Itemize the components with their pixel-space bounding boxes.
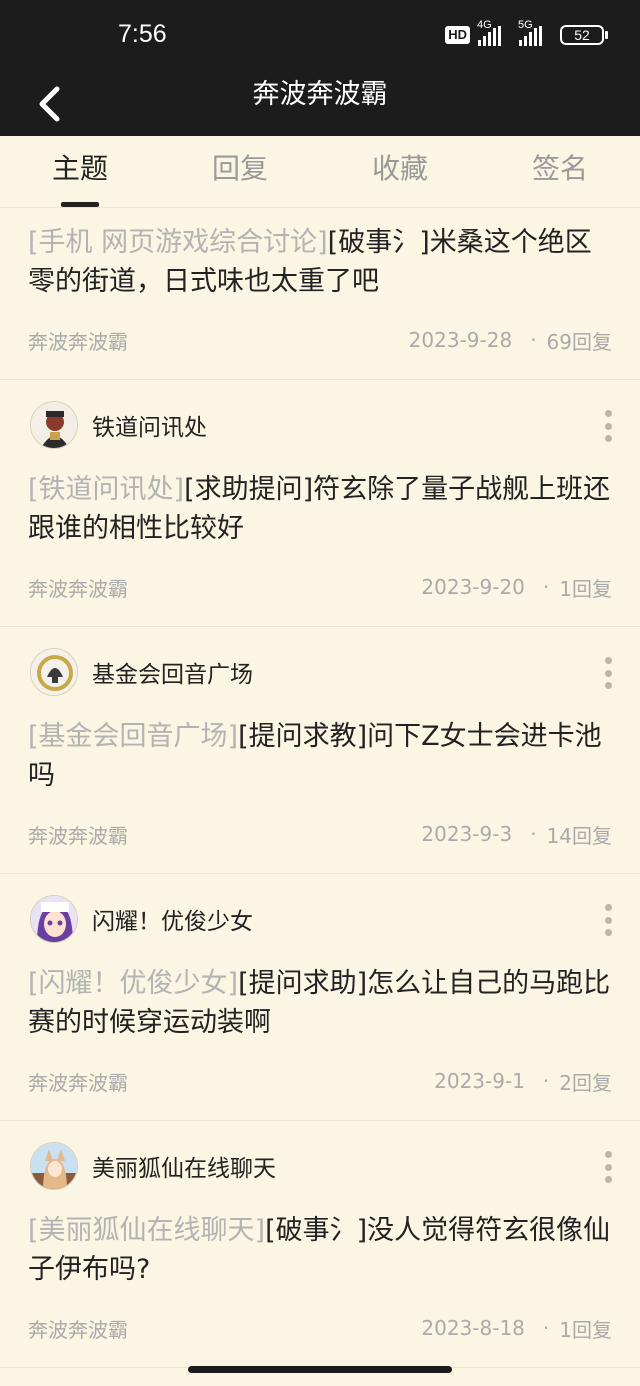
post-date: 2023-9-28 xyxy=(408,328,513,352)
post-item[interactable]: 美丽狐仙在线聊天 [美丽狐仙在线聊天][破事氵]没人觉得符玄很像仙子伊布吗? 奔… xyxy=(0,1121,640,1368)
post-meta: 奔波奔波霸 2023-9-3 · 14回复 xyxy=(28,795,612,873)
net-4g-label: 4G xyxy=(477,19,492,31)
meta-separator: · xyxy=(530,328,537,352)
post-date: 2023-9-3 xyxy=(421,822,513,846)
forum-name[interactable]: 闪耀！优俊少女 xyxy=(92,902,253,936)
post-meta: 奔波奔波霸 2023-9-1 · 2回复 xyxy=(28,1042,612,1120)
meta-separator: · xyxy=(542,575,550,599)
post-title[interactable]: [手机 网页游戏综合讨论][破事氵]米桑这个绝区零的街道，日式味也太重了吧 xyxy=(28,209,612,301)
tab-replies[interactable]: 回复 xyxy=(160,136,320,207)
battery-icon: 52 xyxy=(560,25,608,45)
more-vertical-icon xyxy=(604,1151,612,1158)
post-author: 奔波奔波霸 xyxy=(28,1317,128,1342)
status-icons: HD 4G 5G 52 xyxy=(445,19,608,46)
post-item[interactable]: 闪耀！优俊少女 [闪耀！优俊少女][提问求助]怎么让自己的马跑比赛的时候穿运动装… xyxy=(0,874,640,1121)
post-reply-count: 1回复 xyxy=(559,576,612,601)
forum-name[interactable]: 美丽狐仙在线聊天 xyxy=(92,1149,276,1183)
meta-separator: · xyxy=(542,1316,550,1340)
post-reply-count: 69回复 xyxy=(546,329,612,354)
post-meta: 奔波奔波霸 2023-8-18 · 1回复 xyxy=(28,1289,612,1367)
post-reply-count: 14回复 xyxy=(546,823,612,848)
post-forum-header[interactable]: 闪耀！优俊少女 xyxy=(28,874,612,964)
meta-separator: · xyxy=(530,822,537,846)
post-forum-tag: [基金会回音广场] xyxy=(28,721,239,752)
post-date: 2023-9-20 xyxy=(421,575,525,599)
post-forum-tag: [美丽狐仙在线聊天] xyxy=(28,1215,266,1246)
post-author: 奔波奔波霸 xyxy=(28,576,128,601)
status-bar: 7:56 HD 4G 5G 52 xyxy=(0,0,640,72)
net-5g-label: 5G xyxy=(518,19,533,31)
post-title[interactable]: [闪耀！优俊少女][提问求助]怎么让自己的马跑比赛的时候穿运动装啊 xyxy=(28,964,612,1042)
forum-name[interactable]: 铁道问讯处 xyxy=(92,408,207,442)
tab-favorites[interactable]: 收藏 xyxy=(320,136,480,207)
post-title[interactable]: [基金会回音广场][提问求教]问下Z女士会进卡池吗 xyxy=(28,717,612,795)
post-title[interactable]: [铁道问讯处][求助提问]符玄除了量子战舰上班还跟谁的相性比较好 xyxy=(28,470,612,548)
fox-character-avatar-icon xyxy=(31,1143,77,1189)
title-bar: 奔波奔波霸 xyxy=(0,72,640,136)
forum-avatar[interactable] xyxy=(30,1142,78,1190)
more-button[interactable] xyxy=(596,1147,620,1187)
more-vertical-icon xyxy=(604,904,612,911)
post-title[interactable]: [美丽狐仙在线聊天][破事氵]没人觉得符玄很像仙子伊布吗? xyxy=(28,1211,612,1289)
railway-mascot-icon xyxy=(31,402,77,448)
more-button[interactable] xyxy=(596,653,620,693)
post-author: 奔波奔波霸 xyxy=(28,823,128,848)
hd-icon: HD xyxy=(445,26,470,44)
status-time: 7:56 xyxy=(118,20,167,48)
forum-avatar[interactable] xyxy=(30,401,78,449)
post-item[interactable]: 基金会回音广场 [基金会回音广场][提问求教]问下Z女士会进卡池吗 奔波奔波霸 … xyxy=(0,627,640,874)
tab-signature[interactable]: 签名 xyxy=(480,136,640,207)
tab-bar: 主题 回复 收藏 签名 xyxy=(0,136,640,208)
post-item[interactable]: 铁道问讯处 [铁道问讯处][求助提问]符玄除了量子战舰上班还跟谁的相性比较好 奔… xyxy=(0,380,640,627)
foundation-emblem-icon xyxy=(31,649,77,695)
home-indicator[interactable] xyxy=(188,1366,452,1373)
post-item[interactable]: [手机 网页游戏综合讨论][破事氵]米桑这个绝区零的街道，日式味也太重了吧 奔波… xyxy=(0,209,640,380)
post-forum-tag: [铁道问讯处] xyxy=(28,474,185,505)
forum-avatar[interactable] xyxy=(30,895,78,943)
post-list: [手机 网页游戏综合讨论][破事氵]米桑这个绝区零的街道，日式味也太重了吧 奔波… xyxy=(0,209,640,1368)
post-forum-tag: [闪耀！优俊少女] xyxy=(28,968,239,999)
post-forum-tag: [手机 网页游戏综合讨论] xyxy=(28,227,328,258)
post-reply-count: 1回复 xyxy=(559,1317,612,1342)
post-meta: 奔波奔波霸 2023-9-28 · 69回复 xyxy=(28,301,612,379)
post-date: 2023-8-18 xyxy=(421,1316,525,1340)
more-vertical-icon xyxy=(604,410,612,417)
page-title: 奔波奔波霸 xyxy=(252,79,388,110)
forum-name[interactable]: 基金会回音广场 xyxy=(92,655,253,689)
signal-5g-icon: 5G xyxy=(518,19,542,46)
more-button[interactable] xyxy=(596,900,620,940)
signal-4g-icon: 4G xyxy=(477,19,501,46)
post-forum-header[interactable]: 基金会回音广场 xyxy=(28,627,612,717)
more-button[interactable] xyxy=(596,406,620,446)
meta-separator: · xyxy=(542,1069,550,1093)
post-forum-header[interactable]: 美丽狐仙在线聊天 xyxy=(28,1121,612,1211)
post-author: 奔波奔波霸 xyxy=(28,1070,128,1095)
post-author: 奔波奔波霸 xyxy=(28,329,128,354)
post-meta: 奔波奔波霸 2023-9-20 · 1回复 xyxy=(28,548,612,626)
post-forum-header[interactable]: 铁道问讯处 xyxy=(28,380,612,470)
tab-topics[interactable]: 主题 xyxy=(0,136,160,207)
forum-avatar[interactable] xyxy=(30,648,78,696)
more-vertical-icon xyxy=(604,657,612,664)
post-date: 2023-9-1 xyxy=(434,1069,525,1093)
anime-girl-avatar-icon xyxy=(31,896,77,942)
post-reply-count: 2回复 xyxy=(559,1070,612,1095)
